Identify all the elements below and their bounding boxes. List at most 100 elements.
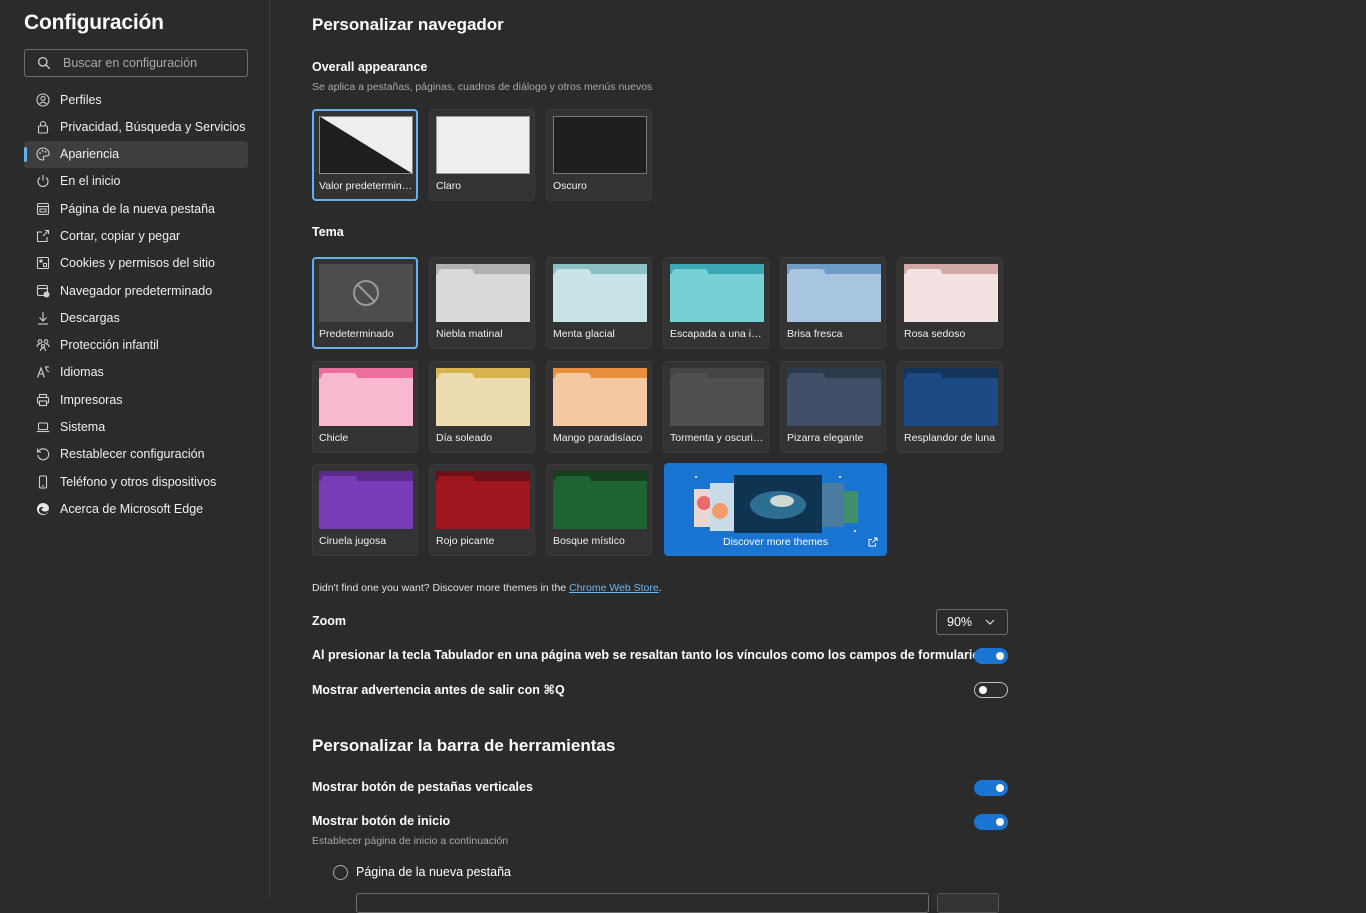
sidebar-item-sistema[interactable]: Sistema bbox=[24, 414, 248, 441]
appearance-option-light[interactable]: Claro bbox=[429, 109, 535, 201]
palette-icon bbox=[36, 147, 50, 161]
theme-option-label: Chicle bbox=[319, 432, 349, 444]
theme-option-label: Niebla matinal bbox=[436, 328, 503, 340]
sidebar-item-descargas[interactable]: Descargas bbox=[24, 304, 248, 331]
theme-option-predeterminado[interactable]: Predeterminado bbox=[312, 257, 418, 349]
theme-option-escapada-isla[interactable]: Escapada a una isla bbox=[663, 257, 769, 349]
folder-icon bbox=[319, 471, 413, 529]
sidebar-item-label: Página de la nueva pestaña bbox=[60, 201, 215, 216]
sidebar-item-label: Teléfono y otros dispositivos bbox=[60, 474, 217, 489]
tab-highlight-label: Al presionar la tecla Tabulador en una p… bbox=[312, 648, 991, 662]
theme-option-rosa-sedoso[interactable]: Rosa sedoso bbox=[897, 257, 1003, 349]
sidebar-item-label: Descargas bbox=[60, 310, 120, 325]
sidebar-item-telefono[interactable]: Teléfono y otros dispositivos bbox=[24, 468, 248, 495]
sidebar-item-proteccion[interactable]: Protección infantil bbox=[24, 332, 248, 359]
printer-icon bbox=[36, 393, 50, 406]
appearance-option-default[interactable]: Valor predeterminado bbox=[312, 109, 418, 201]
theme-option-bosque-mistico[interactable]: Bosque místico bbox=[546, 464, 652, 556]
folder-icon bbox=[436, 264, 530, 322]
theme-option-label: Tormenta y oscuridad bbox=[670, 432, 764, 444]
sidebar-item-cortar[interactable]: Cortar, copiar y pegar bbox=[24, 222, 248, 249]
zoom-select[interactable]: 90% bbox=[936, 609, 1008, 635]
sidebar-item-label: Navegador predeterminado bbox=[60, 283, 213, 298]
chrome-web-store-link[interactable]: Chrome Web Store bbox=[569, 582, 659, 594]
sidebar-item-label: Cookies y permisos del sitio bbox=[60, 256, 215, 271]
edge-icon bbox=[37, 502, 49, 515]
sidebar-item-label: Idiomas bbox=[60, 365, 104, 380]
sidebar-item-label: Apariencia bbox=[60, 147, 120, 162]
theme-option-label: Mango paradisíaco bbox=[553, 432, 643, 444]
theme-option-chicle[interactable]: Chicle bbox=[312, 361, 418, 453]
home-button-toggle[interactable] bbox=[974, 814, 1008, 830]
theme-option-tormenta[interactable]: Tormenta y oscuridad bbox=[663, 361, 769, 453]
sidebar-item-idiomas[interactable]: Idiomas bbox=[24, 359, 248, 386]
discover-themes-button[interactable]: Discover more themes bbox=[664, 463, 887, 556]
theme-option-label: Menta glacial bbox=[553, 328, 615, 340]
theme-option-label: Pizarra elegante bbox=[787, 432, 864, 444]
theme-option-resplandor-luna[interactable]: Resplandor de luna bbox=[897, 361, 1003, 453]
theme-option-rojo-picante[interactable]: Rojo picante bbox=[429, 464, 535, 556]
sidebar-item-label: Restablecer configuración bbox=[60, 447, 205, 462]
sidebar-item-navegador[interactable]: Navegador predeterminado bbox=[24, 277, 248, 304]
sidebar-item-perfiles[interactable]: Perfiles bbox=[24, 86, 248, 113]
search-box[interactable] bbox=[24, 49, 248, 77]
zoom-label: Zoom bbox=[312, 614, 347, 628]
discover-themes-label: Discover more themes bbox=[722, 536, 829, 548]
toolbar-section-title: Personalizar la barra de herramientas bbox=[312, 736, 616, 755]
sidebar-item-cookies[interactable]: Cookies y permisos del sitio bbox=[24, 250, 248, 277]
chevron-down-icon bbox=[985, 619, 995, 625]
folder-icon bbox=[553, 368, 647, 426]
vertical-tabs-toggle[interactable] bbox=[974, 780, 1008, 796]
family-icon bbox=[36, 339, 50, 352]
share-icon bbox=[36, 229, 50, 243]
theme-option-menta-glacial[interactable]: Menta glacial bbox=[546, 257, 652, 349]
new-tab-icon bbox=[36, 202, 50, 215]
appearance-preview-default bbox=[319, 116, 413, 174]
appearance-preview-light bbox=[436, 116, 530, 174]
sidebar-item-privacidad[interactable]: Privacidad, Búsqueda y Servicios bbox=[24, 113, 248, 140]
download-icon bbox=[38, 311, 48, 325]
default-browser-icon bbox=[36, 284, 50, 298]
theme-store-hint: Didn't find one you want? Discover more … bbox=[312, 582, 662, 594]
folder-icon bbox=[436, 471, 530, 529]
theme-option-niebla-matinal[interactable]: Niebla matinal bbox=[429, 257, 535, 349]
phone-icon bbox=[38, 475, 48, 489]
reset-icon bbox=[36, 448, 50, 461]
theme-option-dia-soleado[interactable]: Día soleado bbox=[429, 361, 535, 453]
hint-prefix: Didn't find one you want? Discover more … bbox=[312, 582, 570, 594]
home-new-tab-radio[interactable] bbox=[333, 865, 348, 880]
cookie-icon bbox=[36, 257, 50, 270]
folder-icon bbox=[904, 368, 998, 426]
folder-icon bbox=[670, 264, 764, 322]
appearance-option-label: Oscuro bbox=[553, 180, 587, 192]
themes-collage-image bbox=[694, 475, 858, 533]
settings-sidebar: Configuración Perfiles Privacidad, Búsqu… bbox=[0, 0, 270, 899]
theme-option-label: Día soleado bbox=[436, 432, 493, 444]
sidebar-item-restablecer[interactable]: Restablecer configuración bbox=[24, 441, 248, 468]
tab-highlight-toggle[interactable] bbox=[974, 648, 1008, 664]
sidebar-item-apariencia[interactable]: Apariencia bbox=[24, 140, 248, 168]
quit-warning-toggle[interactable] bbox=[974, 682, 1008, 698]
theme-option-pizarra-elegante[interactable]: Pizarra elegante bbox=[780, 361, 886, 453]
sidebar-item-nueva-pestana[interactable]: Página de la nueva pestaña bbox=[24, 195, 248, 222]
search-icon bbox=[37, 56, 51, 70]
home-url-save-button[interactable] bbox=[937, 893, 999, 913]
sidebar-title: Configuración bbox=[24, 11, 164, 34]
sidebar-item-label: Privacidad, Búsqueda y Servicios bbox=[60, 119, 246, 134]
sidebar-item-inicio[interactable]: En el inicio bbox=[24, 168, 248, 195]
theme-option-label: Predeterminado bbox=[319, 328, 394, 340]
profile-icon bbox=[36, 92, 50, 107]
theme-option-ciruela-jugosa[interactable]: Ciruela jugosa bbox=[312, 464, 418, 556]
appearance-subtitle: Se aplica a pestañas, páginas, cuadros d… bbox=[312, 81, 653, 93]
theme-option-mango-paradisiaco[interactable]: Mango paradisíaco bbox=[546, 361, 652, 453]
hint-suffix: . bbox=[658, 582, 662, 594]
appearance-option-dark[interactable]: Oscuro bbox=[546, 109, 652, 201]
sidebar-item-label: Cortar, copiar y pegar bbox=[60, 228, 181, 243]
search-input[interactable] bbox=[63, 56, 233, 70]
vertical-tabs-label: Mostrar botón de pestañas verticales bbox=[312, 780, 533, 794]
home-url-input[interactable] bbox=[356, 893, 929, 913]
sidebar-item-acerca[interactable]: Acerca de Microsoft Edge bbox=[24, 495, 248, 522]
theme-option-label: Rosa sedoso bbox=[904, 328, 966, 340]
theme-option-brisa-fresca[interactable]: Brisa fresca bbox=[780, 257, 886, 349]
sidebar-item-impresoras[interactable]: Impresoras bbox=[24, 386, 248, 413]
